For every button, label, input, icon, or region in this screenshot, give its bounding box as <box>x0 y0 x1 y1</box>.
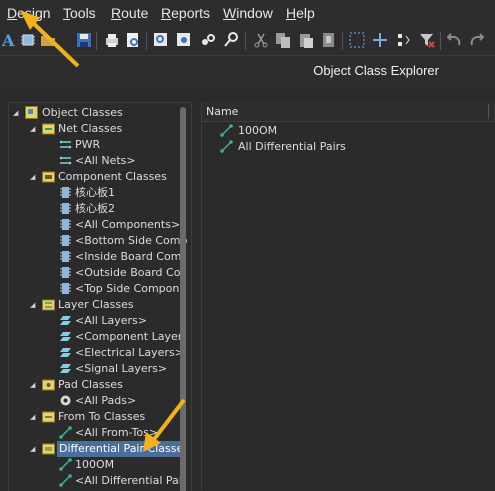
annotation-arrow-icon <box>143 398 186 452</box>
